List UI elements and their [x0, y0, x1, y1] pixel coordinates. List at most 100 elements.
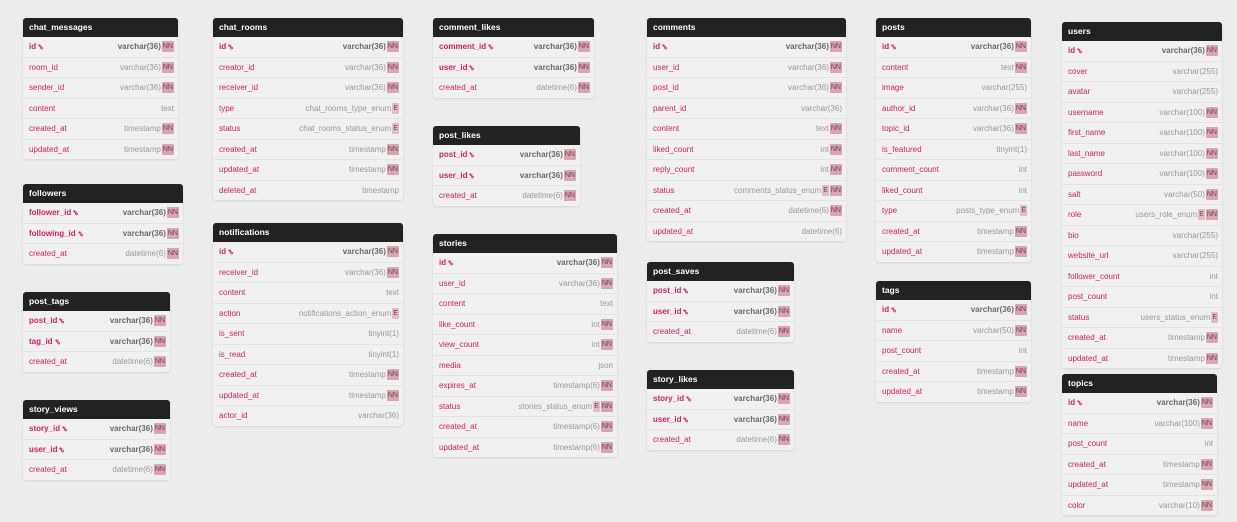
column-row[interactable]: type chat_rooms_type_enum E [213, 97, 403, 119]
column-row[interactable]: post_count int [876, 340, 1031, 361]
column-row[interactable]: updated_at timestamp NN [1062, 347, 1222, 369]
column-row[interactable]: story_id⚷ varchar(36) NN [647, 389, 794, 409]
table-header[interactable]: post_tags [23, 292, 170, 311]
column-row[interactable]: post_id varchar(36) NN [647, 77, 846, 98]
column-row[interactable]: user_id varchar(36) NN [647, 56, 846, 78]
table-tags[interactable]: tags id⚷ varchar(36) NN name varchar(50) NN pos… [876, 281, 1031, 402]
table-header[interactable]: post_likes [433, 126, 580, 145]
column-row[interactable]: first_name varchar(100) NN [1062, 122, 1222, 143]
column-row[interactable]: liked_count int NN [647, 138, 846, 160]
column-row[interactable]: reply_count int NN [647, 159, 846, 180]
column-row[interactable]: following_id⚷ varchar(36) NN [23, 222, 183, 244]
column-row[interactable]: type posts_type_enum E [876, 200, 1031, 221]
table-users[interactable]: users id⚷ varchar(36) NN cover varchar(255) av… [1062, 22, 1222, 368]
column-row[interactable]: parent_id varchar(36) [647, 97, 846, 119]
column-row[interactable]: deleted_at timestamp [213, 179, 403, 201]
column-row[interactable]: status comments_status_enum E NN [647, 179, 846, 201]
column-row[interactable]: created_at datetime(6) NN [23, 459, 170, 480]
column-row[interactable]: id⚷ varchar(36) NN [433, 253, 617, 273]
table-posts[interactable]: posts id⚷ varchar(36) NN content text NN image v… [876, 18, 1031, 262]
column-row[interactable]: is_read tinyint(1) [213, 343, 403, 365]
column-row[interactable]: id⚷ varchar(36) NN [1062, 41, 1222, 61]
column-row[interactable]: created_at timestamp NN [876, 360, 1031, 382]
column-row[interactable]: created_at timestamp NN [876, 220, 1031, 242]
column-row[interactable]: updated_at timestamp NN [23, 138, 178, 160]
column-row[interactable]: created_at datetime(6) NN [647, 321, 794, 342]
column-row[interactable]: action notifications_action_enum E [213, 302, 403, 324]
column-row[interactable]: id⚷ varchar(36) NN [876, 37, 1031, 57]
column-row[interactable]: receiver_id varchar(36) NN [213, 261, 403, 283]
table-comment-likes[interactable]: comment_likes comment_id⚷ varchar(36) NN use… [433, 18, 594, 98]
column-row[interactable]: updated_at timestamp NN [876, 381, 1031, 402]
column-row[interactable]: story_id⚷ varchar(36) NN [23, 419, 170, 439]
column-row[interactable]: follower_count int [1062, 265, 1222, 287]
table-header[interactable]: tags [876, 281, 1031, 300]
column-row[interactable]: sender_id varchar(36) NN [23, 77, 178, 98]
column-row[interactable]: updated_at timestamp NN [876, 241, 1031, 262]
table-header[interactable]: story_likes [647, 370, 794, 389]
table-story-views[interactable]: story_views story_id⚷ varchar(36) NN user_id… [23, 400, 170, 480]
column-row[interactable]: is_sent tinyint(1) [213, 323, 403, 344]
column-row[interactable]: cover varchar(255) [1062, 60, 1222, 82]
column-row[interactable]: receiver_id varchar(36) NN [213, 77, 403, 98]
column-row[interactable]: created_at datetime(6) NN [647, 200, 846, 221]
table-post-likes[interactable]: post_likes post_id⚷ varchar(36) NN user_id⚷ v… [433, 126, 580, 206]
column-row[interactable]: id⚷ varchar(36) NN [213, 242, 403, 262]
column-row[interactable]: user_id⚷ varchar(36) NN [23, 438, 170, 460]
table-header[interactable]: notifications [213, 223, 403, 242]
column-row[interactable]: updated_at timestamp NN [213, 159, 403, 180]
table-stories[interactable]: stories id⚷ varchar(36) NN user_id varchar(36… [433, 234, 617, 457]
column-row[interactable]: comment_count int [876, 159, 1031, 180]
column-row[interactable]: user_id⚷ varchar(36) NN [433, 164, 580, 186]
column-row[interactable]: actor_id varchar(36) [213, 405, 403, 426]
column-row[interactable]: id⚷ varchar(36) NN [213, 37, 403, 57]
column-row[interactable]: user_id⚷ varchar(36) NN [433, 56, 594, 78]
column-row[interactable]: updated_at datetime(6) [647, 220, 846, 242]
table-followers[interactable]: followers follower_id⚷ varchar(36) NN follow… [23, 184, 183, 264]
column-row[interactable]: post_id⚷ varchar(36) NN [647, 281, 794, 301]
column-row[interactable]: media json [433, 354, 617, 376]
column-row[interactable]: content text [23, 97, 178, 119]
column-row[interactable]: content text NN [647, 118, 846, 139]
column-row[interactable]: user_id varchar(36) NN [433, 272, 617, 294]
column-row[interactable]: website_url varchar(255) [1062, 245, 1222, 266]
table-chat-messages[interactable]: chat_messages id⚷ varchar(36) NN room_id varc… [23, 18, 178, 159]
column-row[interactable]: post_id⚷ varchar(36) NN [23, 311, 170, 331]
column-row[interactable]: author_id varchar(36) NN [876, 97, 1031, 119]
column-row[interactable]: username varchar(100) NN [1062, 101, 1222, 123]
table-chat-rooms[interactable]: chat_rooms id⚷ varchar(36) NN creator_id varc… [213, 18, 403, 200]
column-row[interactable]: post_count int [1062, 433, 1217, 454]
column-row[interactable]: created_at datetime(6) NN [433, 185, 580, 206]
column-row[interactable]: status chat_rooms_status_enum E [213, 118, 403, 139]
column-row[interactable]: liked_count int [876, 179, 1031, 201]
column-row[interactable]: image varchar(255) [876, 77, 1031, 98]
column-row[interactable]: id⚷ varchar(36) NN [23, 37, 178, 57]
column-row[interactable]: id⚷ varchar(36) NN [876, 300, 1031, 320]
column-row[interactable]: expires_at timestamp(6) NN [433, 375, 617, 396]
table-post-tags[interactable]: post_tags post_id⚷ varchar(36) NN tag_id⚷ var… [23, 292, 170, 372]
column-row[interactable]: created_at timestamp NN [1062, 327, 1222, 348]
column-row[interactable]: status users_status_enum E [1062, 306, 1222, 328]
table-notifications[interactable]: notifications id⚷ varchar(36) NN receiver_id… [213, 223, 403, 426]
column-row[interactable]: is_featured tinyint(1) [876, 138, 1031, 160]
column-row[interactable]: name varchar(100) NN [1062, 412, 1217, 434]
column-row[interactable]: comment_id⚷ varchar(36) NN [433, 37, 594, 57]
column-row[interactable]: salt varchar(50) NN [1062, 183, 1222, 205]
table-header[interactable]: comment_likes [433, 18, 594, 37]
table-story-likes[interactable]: story_likes story_id⚷ varchar(36) NN user_id… [647, 370, 794, 450]
table-header[interactable]: comments [647, 18, 846, 37]
column-row[interactable]: last_name varchar(100) NN [1062, 142, 1222, 164]
table-post-saves[interactable]: post_saves post_id⚷ varchar(36) NN user_id⚷ v… [647, 262, 794, 342]
column-row[interactable]: created_at datetime(6) NN [647, 429, 794, 450]
column-row[interactable]: id⚷ varchar(36) NN [1062, 393, 1217, 413]
column-row[interactable]: updated_at timestamp NN [213, 384, 403, 406]
table-header[interactable]: topics [1062, 374, 1217, 393]
column-row[interactable]: like_count int NN [433, 313, 617, 335]
column-row[interactable]: avatar varchar(255) [1062, 81, 1222, 102]
column-row[interactable]: post_count int [1062, 286, 1222, 307]
column-row[interactable]: id⚷ varchar(36) NN [647, 37, 846, 57]
column-row[interactable]: user_id⚷ varchar(36) NN [647, 408, 794, 430]
column-row[interactable]: status stories_status_enum E NN [433, 395, 617, 417]
column-row[interactable]: user_id⚷ varchar(36) NN [647, 300, 794, 322]
column-row[interactable]: content text [213, 282, 403, 303]
